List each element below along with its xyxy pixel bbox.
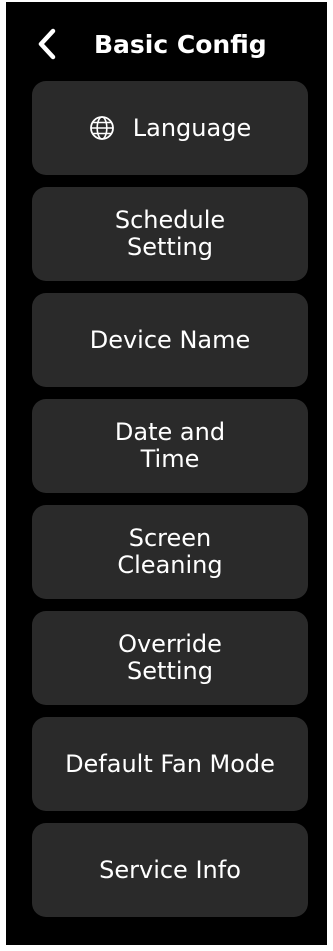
globe-icon [89,116,114,140]
menu-item-language[interactable]: Language [32,81,308,175]
chevron-left-icon [38,28,56,60]
menu-item-default-fan-mode[interactable]: Default Fan Mode [32,717,308,811]
header: Basic Config [6,2,327,80]
menu-item-label: Device Name [89,325,251,354]
menu-item-screen-cleaning[interactable]: Screen Cleaning [32,505,308,599]
menu-item-schedule-setting[interactable]: Schedule Setting [32,187,308,281]
screen: Basic Config Language Schedule Setting D… [6,2,327,945]
menu-item-label: Date and Time [114,418,226,473]
back-button[interactable] [32,26,62,62]
menu-item-date-and-time[interactable]: Date and Time [32,399,308,493]
menu-item-override-setting[interactable]: Override Setting [32,611,308,705]
language-content: Language [89,113,252,142]
menu-item-label: Screen Cleaning [117,524,223,579]
menu-item-service-info[interactable]: Service Info [32,823,308,917]
menu-item-label: Override Setting [118,630,222,685]
page-title: Basic Config [94,30,267,59]
menu-item-label: Service Info [99,855,241,884]
menu-item-label: Schedule Setting [114,206,226,261]
menu-item-label: Language [132,113,252,142]
menu-item-label: Default Fan Mode [65,749,275,778]
settings-menu: Language Schedule Setting Device Name Da… [32,81,315,929]
menu-item-device-name[interactable]: Device Name [32,293,308,387]
